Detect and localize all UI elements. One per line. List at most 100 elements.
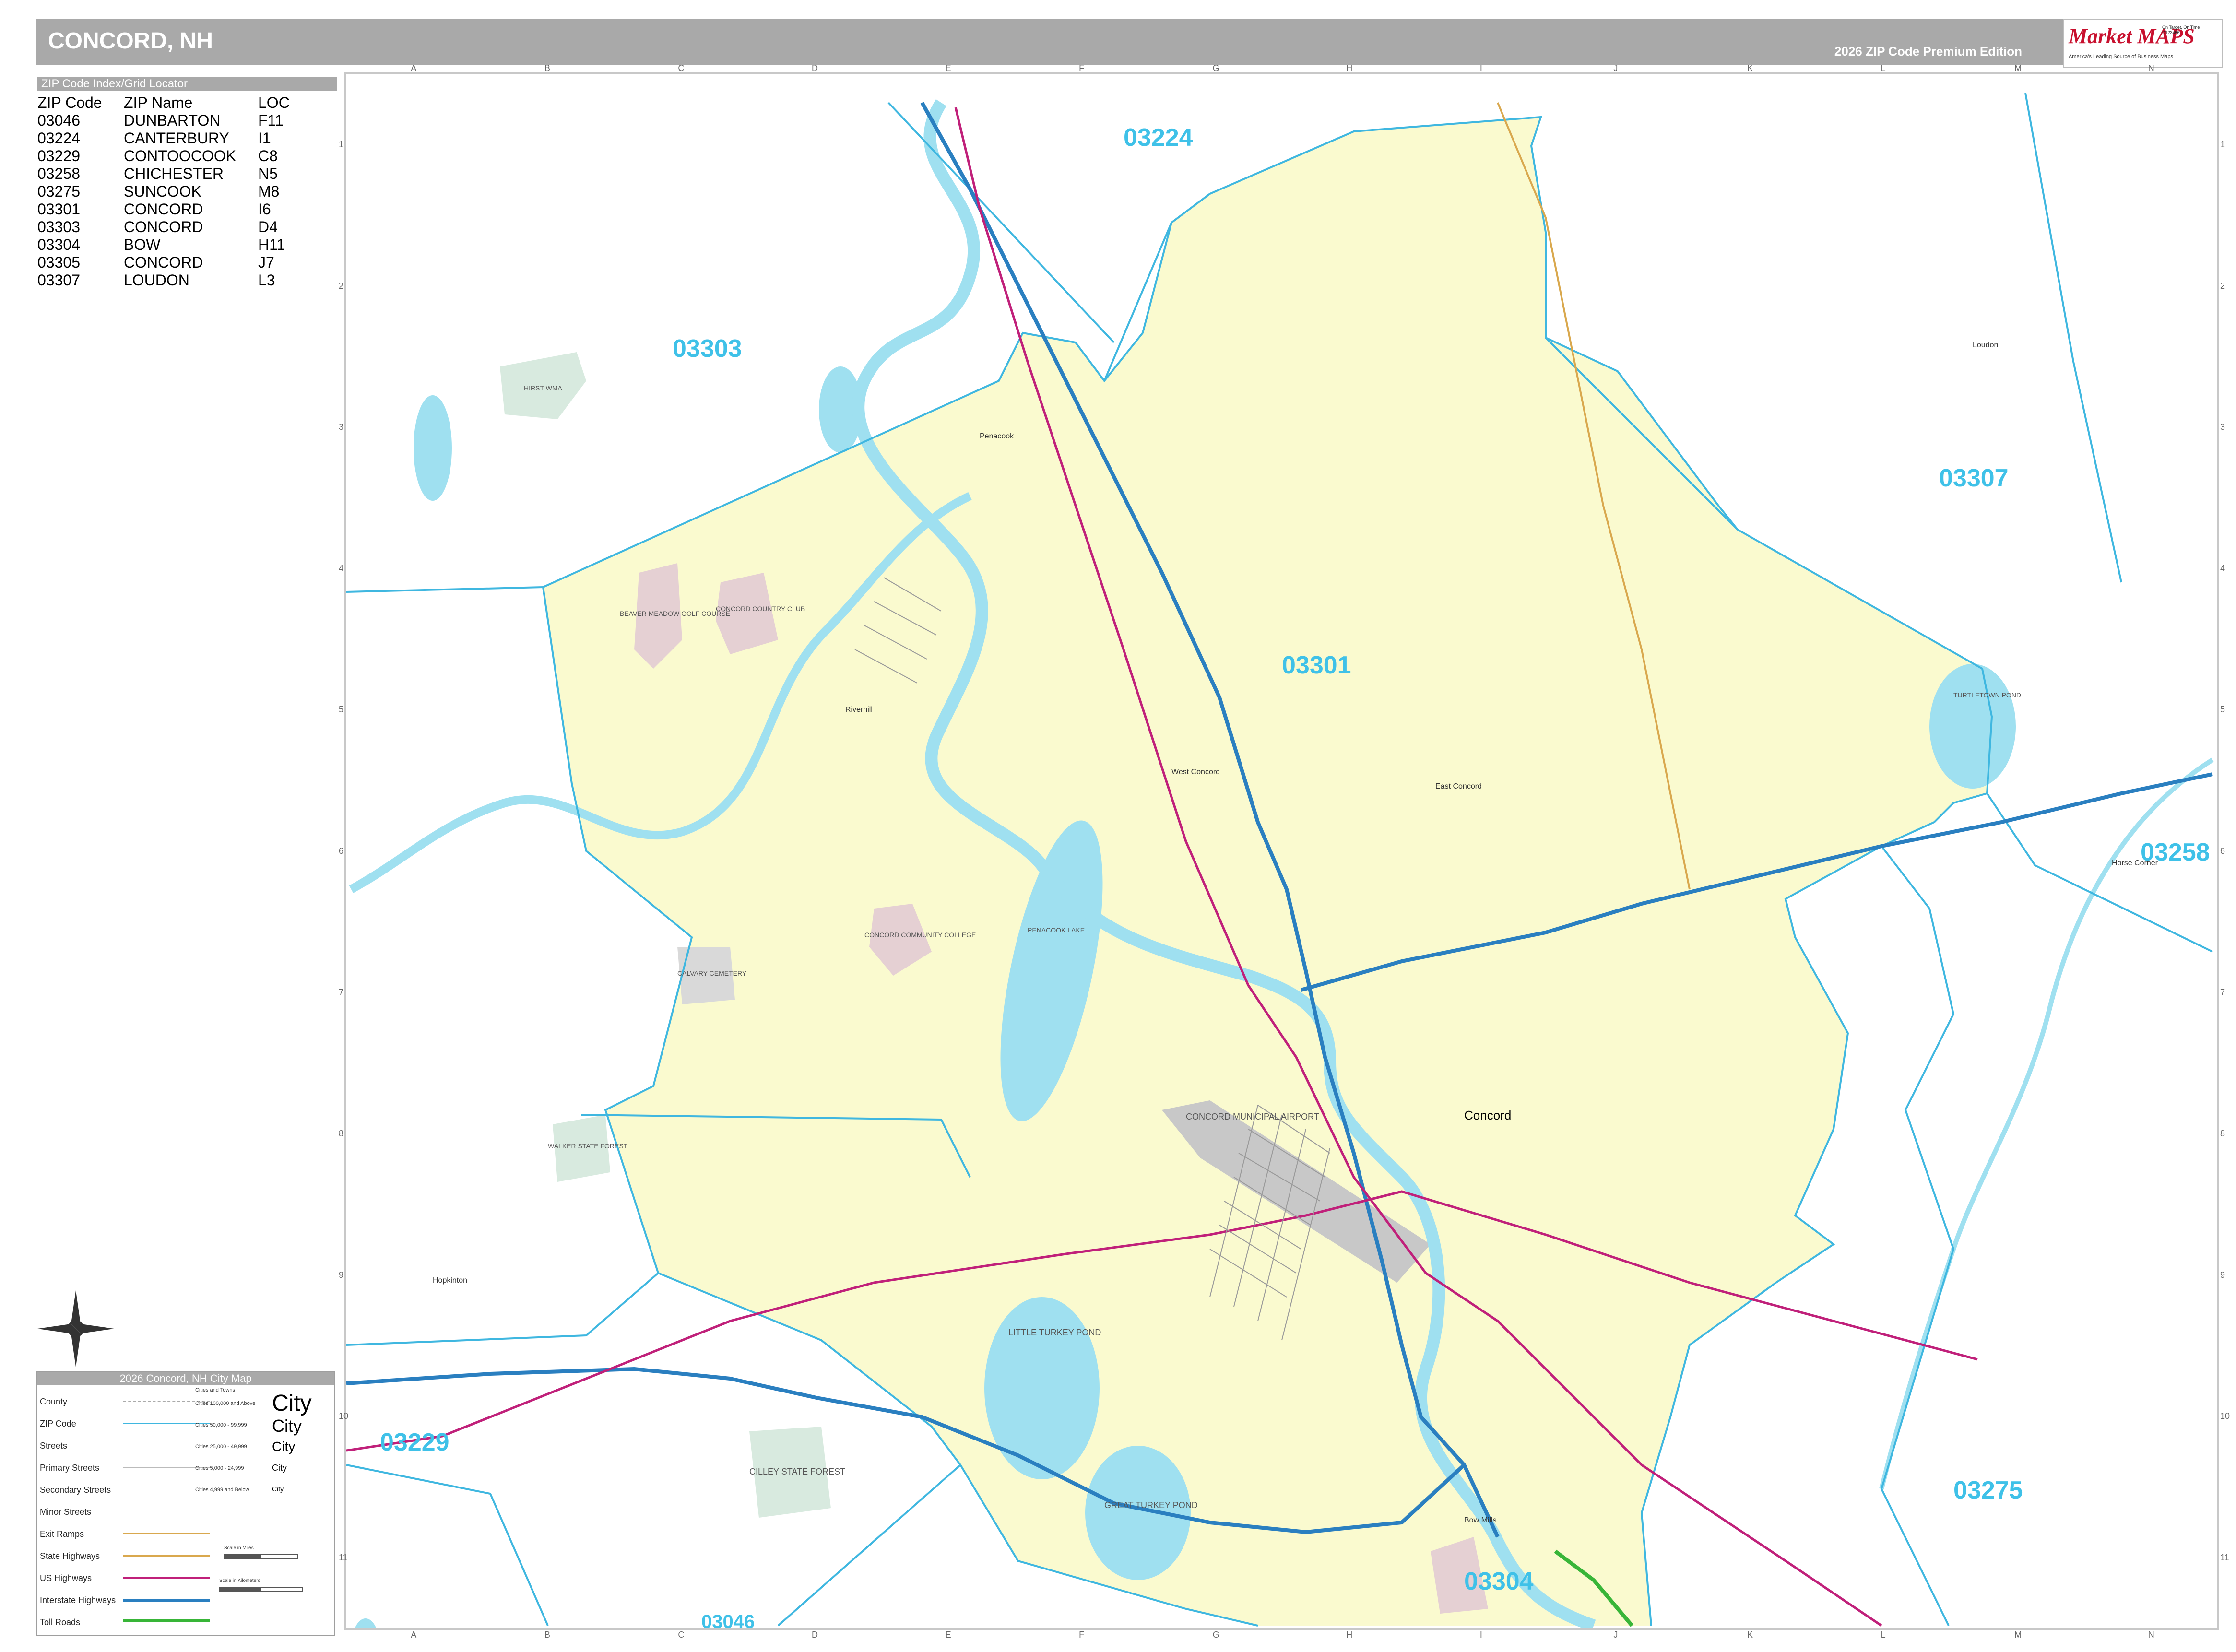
place-east-concord: East Concord: [1435, 782, 1482, 791]
compass-rose-icon: [37, 1290, 114, 1367]
grid-row-label: 8: [339, 1129, 344, 1139]
legend-cities-heading: Cities and Towns: [195, 1387, 235, 1393]
column-header: ZIP Name: [124, 94, 193, 111]
grid-row-label: 6: [2220, 846, 2225, 856]
poi-little-turkey-pond: LITTLE TURKEY POND: [1008, 1328, 1101, 1337]
legend-us-swatch: [123, 1577, 210, 1582]
soucook-river: [1879, 757, 2214, 1490]
map-legend: 2026 Concord, NH City Map County ZIP Cod…: [36, 1371, 335, 1636]
grid-column-label: J: [1613, 1630, 1618, 1640]
zip-name: CONCORD: [124, 201, 203, 218]
legend-state-swatch: [123, 1555, 210, 1560]
grid-row-label: 6: [339, 846, 344, 856]
map-canvas[interactable]: 03224 03303 03301 03307 03258 03229 0327…: [344, 72, 2219, 1630]
legend-city-size-1: Cities 100,000 and Above: [195, 1401, 256, 1406]
legend-interstate-swatch: [123, 1599, 210, 1605]
zip-index-panel: ZIP Code Index/Grid Locator ZIP Code ZIP…: [37, 77, 337, 289]
grid-column-label: B: [544, 1630, 550, 1640]
great-turkey-pond: [1085, 1446, 1191, 1580]
grid-row-label: 4: [339, 563, 344, 573]
legend-zip-code: ZIP Code: [40, 1419, 76, 1428]
place-bow-mills: Bow Mills: [1464, 1516, 1497, 1524]
logo-tagline: On Target, On Time: [2162, 25, 2200, 30]
legend-primary-streets: Primary Streets: [40, 1463, 100, 1473]
grid-column-label: J: [1613, 63, 1618, 73]
legend-title: 2026 Concord, NH City Map: [37, 1372, 334, 1385]
grid-column-label: F: [1079, 63, 1085, 73]
zip-code: 03305: [37, 254, 80, 271]
place-loudon: Loudon: [1973, 341, 1998, 349]
zip-index-table: ZIP Code ZIP Name LOC 03046 DUNBARTON F11 …: [37, 94, 337, 289]
grid-column-label: M: [2014, 1630, 2022, 1640]
zip-index-heading: ZIP Code Index/Grid Locator: [37, 77, 337, 91]
zip-name: CANTERBURY: [124, 130, 229, 147]
grid-column-label: A: [411, 63, 417, 73]
zip-index-row: 03258 CHICHESTER N5: [37, 165, 337, 183]
grid-loc: D4: [258, 218, 278, 236]
zip-index-row: 03046 DUNBARTON F11: [37, 112, 337, 130]
poi-great-turkey-pond: GREAT TURKEY POND: [1104, 1500, 1198, 1510]
zip-label-03046: 03046: [701, 1611, 755, 1628]
zip-name: BOW: [124, 236, 161, 253]
zip-name: SUNCOOK: [124, 183, 201, 200]
zip-name: CONCORD: [124, 254, 203, 271]
column-header: ZIP Code: [37, 94, 102, 111]
grid-loc: N5: [258, 165, 278, 182]
legend-city-size-3: Cities 25,000 - 49,999: [195, 1444, 247, 1450]
zip-name: CHICHESTER: [124, 165, 224, 182]
poi-cilley-state-forest: CILLEY STATE FOREST: [749, 1467, 845, 1476]
legend-streets: Streets: [40, 1441, 68, 1451]
poi-country-club: CONCORD COUNTRY CLUB: [716, 605, 805, 613]
grid-row-label: 8: [2220, 1129, 2225, 1139]
legend-city-sample-5: City: [272, 1485, 284, 1493]
grid-column-label: D: [812, 1630, 818, 1640]
grid-row-label: 10: [2220, 1411, 2230, 1421]
legend-secondary-streets: Secondary Streets: [40, 1485, 111, 1495]
grid-column-label: I: [1479, 63, 1482, 73]
grid-row-label: 5: [2220, 705, 2225, 715]
legend-city-size-5: Cities 4,999 and Below: [195, 1487, 249, 1493]
little-turkey-pond: [984, 1297, 1100, 1479]
grid-row-label: 3: [339, 422, 344, 432]
legend-state-highways: State Highways: [40, 1551, 100, 1561]
poi-turtletown-pond: TURTLETOWN POND: [1953, 691, 2021, 699]
grid-row-label: 5: [339, 705, 344, 715]
poi-airport: CONCORD MUNICIPAL AIRPORT: [1186, 1112, 1319, 1121]
poi-walker-state-forest: WALKER STATE FOREST: [548, 1142, 628, 1150]
zip-code: 03229: [37, 147, 80, 165]
grid-loc: C8: [258, 147, 278, 165]
grid-row-label: 10: [339, 1411, 349, 1421]
zip-index-row: 03304 BOW H11: [37, 236, 337, 254]
zip-name: CONTOOCOOK: [124, 147, 237, 165]
map-title: CONCORD, NH: [48, 28, 213, 54]
grid-column-label: H: [1346, 1630, 1353, 1640]
zip-label-03301: 03301: [1282, 651, 1351, 679]
grid-column-label: K: [1747, 63, 1753, 73]
place-west-concord: West Concord: [1171, 768, 1220, 776]
legend-toll-roads: Toll Roads: [40, 1617, 81, 1627]
grid-loc: H11: [258, 236, 285, 253]
grid-column-label: B: [544, 63, 550, 73]
map-svg[interactable]: 03224 03303 03301 03307 03258 03229 0327…: [346, 74, 2217, 1628]
grid-column-label: K: [1747, 1630, 1753, 1640]
zip-index-header-row: ZIP Code ZIP Name LOC: [37, 94, 337, 112]
legend-toll-swatch: [123, 1619, 210, 1625]
zip-label-03304: 03304: [1464, 1568, 1534, 1595]
grid-loc: I1: [258, 130, 271, 147]
product-code: D123456: [2162, 30, 2180, 35]
legend-city-sample-3: City: [272, 1439, 296, 1454]
scale-miles-label: Scale in Miles: [224, 1546, 254, 1551]
grid-column-label: G: [1212, 1630, 1219, 1640]
zip-index-row: 03224 CANTERBURY I1: [37, 130, 337, 147]
market-maps-logo: Market MAPS America's Leading Source of …: [2063, 19, 2223, 68]
legend-exit-ramps: Exit Ramps: [40, 1529, 84, 1539]
grid-column-label: C: [678, 63, 685, 73]
grid-row-label: 11: [339, 1552, 348, 1562]
zip-label-03307: 03307: [1939, 464, 2009, 492]
grid-row-label: 2: [2220, 281, 2225, 291]
zip-label-03224: 03224: [1124, 124, 1193, 152]
grid-column-label: G: [1212, 63, 1219, 73]
grid-loc: F11: [258, 112, 284, 129]
zip-code: 03303: [37, 218, 80, 236]
grid-column-label: E: [945, 1630, 951, 1640]
